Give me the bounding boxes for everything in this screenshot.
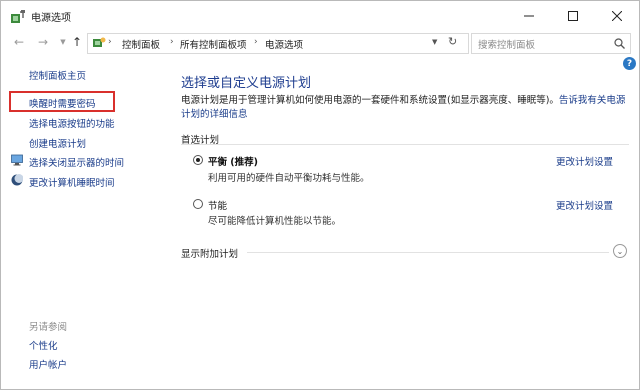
- section-divider: [181, 144, 629, 145]
- breadcrumb-separator-icon: ›: [108, 37, 112, 47]
- breadcrumb-all-items[interactable]: 所有控制面板项: [180, 37, 247, 51]
- highlight-box: [9, 91, 115, 112]
- back-arrow-icon: ←: [13, 35, 25, 49]
- forward-button[interactable]: →: [35, 34, 51, 50]
- plan-power-saver-name[interactable]: 节能: [208, 198, 227, 212]
- learn-more-link-continued[interactable]: 计划的详细信息: [181, 109, 248, 120]
- sidebar-item-home[interactable]: 控制面板主页: [29, 68, 86, 82]
- plan-balanced-change-link[interactable]: 更改计划设置: [556, 154, 613, 168]
- plan-power-saver-desc: 尽可能降低计算机性能以节能。: [208, 216, 342, 227]
- power-options-app-icon: [11, 10, 25, 23]
- window-title: 电源选项: [31, 13, 71, 24]
- breadcrumb-power-options[interactable]: 电源选项: [265, 37, 303, 51]
- see-also-personalization[interactable]: 个性化: [29, 338, 58, 352]
- address-row: ← → ▼ ↑ › 控制面板 › 所有控制面板项 › 电源选项 ▼ ↻ 搜索控制…: [1, 31, 639, 54]
- plan-balanced-radio[interactable]: [193, 155, 203, 165]
- address-dropdown-icon[interactable]: ▼: [432, 38, 437, 46]
- plan-power-saver-change-link[interactable]: 更改计划设置: [556, 198, 613, 212]
- sidebar-item-sleep-time[interactable]: 更改计算机睡眠时间: [29, 175, 115, 189]
- minimize-button[interactable]: [507, 1, 551, 31]
- plan-balanced-desc: 利用可用的硬件自动平衡功耗与性能。: [208, 173, 370, 184]
- maximize-icon: [568, 11, 578, 21]
- see-also-heading: 另请参阅: [29, 322, 68, 333]
- up-button[interactable]: ↑: [69, 34, 85, 50]
- close-button[interactable]: [595, 1, 639, 31]
- search-box[interactable]: 搜索控制面板: [471, 33, 631, 54]
- control-panel-icon: [93, 37, 106, 47]
- address-bar[interactable]: › 控制面板 › 所有控制面板项 › 电源选项 ▼ ↻: [87, 33, 469, 54]
- plan-balanced-name[interactable]: 平衡 (推荐): [208, 154, 258, 168]
- sidebar-item-create-plan[interactable]: 创建电源计划: [29, 136, 86, 150]
- breadcrumb-separator-icon: ›: [254, 37, 258, 47]
- forward-arrow-icon: →: [37, 35, 49, 49]
- additional-plans-divider: [247, 252, 609, 253]
- chevron-down-icon: ⌄: [616, 246, 624, 256]
- see-also-user-accounts[interactable]: 用户帐户: [29, 357, 67, 371]
- description-text: 电源计划是用于管理计算机如何使用电源的一套硬件和系统设置(如显示器亮度、睡眠等)…: [181, 95, 559, 106]
- breadcrumb-separator-icon: ›: [170, 37, 174, 47]
- learn-more-link[interactable]: 告诉我有关电源: [559, 95, 626, 106]
- up-arrow-icon: ↑: [71, 35, 83, 49]
- help-icon[interactable]: ?: [623, 57, 636, 70]
- sidebar-item-power-button[interactable]: 选择电源按钮的功能: [29, 116, 115, 130]
- chevron-down-icon: ▼: [60, 38, 66, 46]
- moon-icon: [11, 174, 23, 186]
- sidebar-item-display-off[interactable]: 选择关闭显示器的时间: [29, 155, 124, 169]
- refresh-icon[interactable]: ↻: [448, 35, 457, 48]
- close-icon: [612, 11, 622, 21]
- title-bar: 电源选项: [1, 1, 639, 31]
- power-options-window: 电源选项 ← → ▼ ↑ › 控制面板 › 所有控制面板项 › 电源选项 ▼ ↻…: [0, 0, 640, 390]
- plan-power-saver-radio[interactable]: [193, 199, 203, 209]
- minimize-icon: [524, 15, 534, 17]
- show-additional-plans[interactable]: 显示附加计划: [181, 246, 238, 260]
- search-input[interactable]: 搜索控制面板: [478, 37, 535, 51]
- page-title: 选择或自定义电源计划: [181, 76, 312, 91]
- breadcrumb-control-panel[interactable]: 控制面板: [122, 37, 160, 51]
- expand-additional-plans-button[interactable]: ⌄: [613, 244, 627, 258]
- maximize-button[interactable]: [551, 1, 595, 31]
- back-button[interactable]: ←: [11, 34, 27, 50]
- page-description: 电源计划是用于管理计算机如何使用电源的一套硬件和系统设置(如显示器亮度、睡眠等)…: [181, 94, 626, 122]
- monitor-icon: [11, 154, 23, 166]
- search-icon[interactable]: [614, 38, 625, 49]
